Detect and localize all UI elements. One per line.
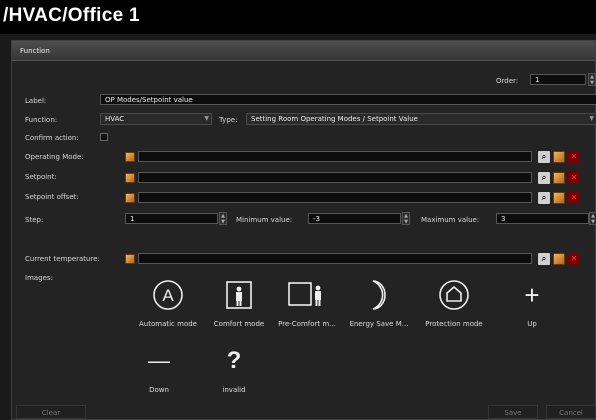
object-cube-icon[interactable] — [553, 172, 565, 184]
order-spinner[interactable]: ▲ ▼ — [588, 73, 596, 86]
maximum-value-spinner[interactable]: ▲ ▼ — [589, 212, 596, 225]
operating-mode-input[interactable] — [138, 151, 532, 162]
confirm-action-label: Confirm action: — [25, 134, 79, 142]
step-label: Step: — [25, 216, 44, 224]
images-label: Images: — [25, 274, 53, 282]
object-cube-icon[interactable] — [553, 192, 565, 204]
clear-button[interactable]: Clear — [16, 405, 86, 419]
order-label: Order: — [496, 77, 519, 85]
image-label-down: Down — [149, 386, 169, 394]
function-select[interactable]: HVAC ▼ — [100, 113, 212, 125]
object-cube-icon[interactable] — [125, 254, 135, 264]
delete-icon[interactable]: ✕ — [568, 192, 580, 204]
person-door-icon[interactable] — [214, 275, 264, 315]
function-select-value: HVAC — [105, 115, 125, 123]
confirm-action-checkbox[interactable] — [100, 133, 108, 141]
object-cube-icon[interactable] — [553, 151, 565, 163]
save-button[interactable]: Save — [488, 405, 538, 419]
search-icon[interactable]: ⌕ — [538, 192, 550, 204]
search-icon[interactable]: ⌕ — [538, 172, 550, 184]
automatic-mode-glyph: A — [162, 286, 174, 305]
function-label: Function: — [25, 116, 58, 124]
setpoint-offset-label: Setpoint offset: — [25, 193, 79, 201]
image-label-up: Up — [527, 320, 537, 328]
object-cube-icon[interactable] — [553, 253, 565, 265]
search-icon[interactable]: ⌕ — [538, 151, 550, 163]
cancel-button[interactable]: Cancel — [546, 405, 596, 419]
function-panel: Function Order: 1 ▲ ▼ Label: OP Modes/Set… — [11, 40, 596, 420]
setpoint-label: Setpoint: — [25, 173, 57, 181]
type-select-value: Setting Room Operating Modes / Setpoint … — [251, 115, 418, 123]
image-label-protection: Protection mode — [425, 320, 483, 328]
operating-mode-label: Operating Mode: — [25, 153, 84, 161]
delete-icon[interactable]: ✕ — [568, 151, 580, 163]
object-cube-icon[interactable] — [125, 173, 135, 183]
type-select[interactable]: Setting Room Operating Modes / Setpoint … — [246, 113, 596, 125]
object-cube-icon[interactable] — [125, 152, 135, 162]
moon-icon[interactable] — [354, 275, 404, 315]
maximum-value-input[interactable]: 3 — [496, 213, 589, 224]
page-title: /HVAC/Office 1 — [0, 0, 596, 34]
minimum-value-input[interactable]: -3 — [308, 213, 401, 224]
house-circle-icon[interactable] — [429, 275, 479, 315]
image-label-invalid: invalid — [222, 386, 246, 394]
letter-a-circle-icon[interactable]: A — [143, 275, 193, 315]
chevron-down-icon: ▼ — [204, 115, 209, 122]
delete-icon[interactable]: ✕ — [568, 172, 580, 184]
chevron-down-icon: ▼ — [589, 115, 594, 122]
current-temperature-label: Current temperature: — [25, 255, 100, 263]
current-temperature-input[interactable] — [138, 253, 532, 264]
type-label: Type: — [219, 116, 238, 124]
search-icon[interactable]: ⌕ — [538, 253, 550, 265]
minimum-value-label: Minimum value: — [236, 216, 293, 224]
plus-icon[interactable]: + — [507, 275, 557, 315]
minus-icon[interactable]: — — [134, 341, 184, 381]
setpoint-offset-input[interactable] — [138, 192, 532, 203]
maximum-value-label: Maximum value: — [421, 216, 480, 224]
panel-header: Function — [12, 41, 595, 61]
label-label: Label: — [25, 97, 47, 105]
order-input[interactable]: 1 — [530, 74, 586, 85]
step-input[interactable]: 1 — [125, 213, 218, 224]
step-spinner[interactable]: ▲ ▼ — [219, 212, 227, 225]
label-input[interactable]: OP Modes/Setpoint value — [100, 94, 596, 105]
person-box-icon[interactable] — [282, 275, 332, 315]
question-icon[interactable]: ? — [209, 341, 259, 381]
setpoint-input[interactable] — [138, 172, 532, 183]
object-cube-icon[interactable] — [125, 193, 135, 203]
minimum-value-spinner[interactable]: ▲ ▼ — [402, 212, 410, 225]
delete-icon[interactable]: ✕ — [568, 253, 580, 265]
